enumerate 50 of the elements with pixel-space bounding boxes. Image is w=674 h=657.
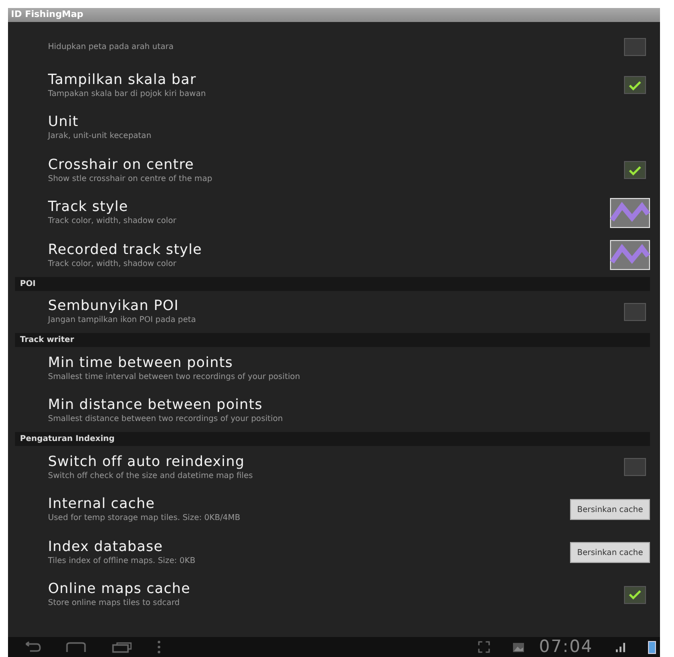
setting-description: Show stle crosshair on centre of the map: [48, 174, 214, 184]
setting-description: Tiles index of offline maps. Size: 0KB: [48, 556, 196, 566]
signal-icon: [615, 642, 626, 652]
setting-title[interactable]: Tampilkan skala bar: [48, 72, 624, 89]
menu-icon[interactable]: [156, 640, 162, 654]
checkbox[interactable]: [624, 76, 646, 94]
setting-description: Store online maps tiles to sdcard: [48, 598, 181, 608]
setting-title[interactable]: Min distance between points: [48, 397, 650, 414]
check-icon: [628, 80, 642, 91]
track-style-icon[interactable]: [610, 198, 650, 228]
check-icon: [628, 164, 642, 176]
clear-cache-button[interactable]: Bersinkan cache: [570, 542, 650, 563]
setting-description: Track color, width, shadow color: [48, 258, 178, 269]
battery-icon: [648, 640, 656, 654]
setting-description: Smallest distance between two recordings of your position: [48, 414, 284, 424]
setting-description: Jarak, unit-unit kecepatan: [48, 131, 152, 142]
home-icon[interactable]: [64, 641, 88, 653]
checkbox[interactable]: [624, 38, 646, 56]
setting-title[interactable]: Switch off auto reindexing: [48, 454, 624, 471]
setting-description: Track color, width, shadow color: [48, 216, 178, 226]
expand-icon[interactable]: [478, 641, 490, 653]
section-header: Pengaturan Indexing: [15, 432, 650, 446]
setting-description: Jangan tampilkan ikon POI pada peta: [48, 315, 197, 326]
setting-description: Smallest time interval between two recordings of your position: [48, 372, 302, 382]
clock: 07:04: [539, 637, 593, 657]
section-header: Track writer: [15, 333, 650, 347]
setting-description: Switch off check of the size and datetime map files: [48, 470, 254, 481]
setting-title[interactable]: Internal cache: [48, 496, 570, 514]
setting-title[interactable]: Recorded track style: [48, 242, 610, 259]
setting-title[interactable]: Sembunyikan POI: [48, 298, 624, 316]
track-style-icon[interactable]: [610, 240, 650, 270]
checkbox[interactable]: [624, 161, 646, 180]
window-title: ID FishingMap: [11, 10, 84, 20]
setting-title[interactable]: Track style: [48, 199, 610, 216]
recent-apps-icon[interactable]: [110, 641, 134, 653]
setting-description: Used for temp storage map tiles. Size: 0KB/4MB: [48, 513, 242, 524]
checkbox[interactable]: [624, 458, 646, 476]
checkbox[interactable]: [624, 302, 646, 321]
check-icon: [628, 589, 642, 600]
setting-title[interactable]: Crosshair on centre: [48, 156, 624, 174]
section-header: POI: [15, 276, 650, 290]
image-icon: [512, 642, 525, 652]
setting-title[interactable]: Online maps cache: [48, 581, 624, 598]
setting-title[interactable]: Unit: [48, 114, 650, 132]
setting-title[interactable]: Min time between points: [48, 354, 650, 372]
clear-cache-button[interactable]: Bersinkan cache: [570, 499, 650, 520]
setting-description: Tampakan skala bar di pojok kiri bawan: [48, 88, 207, 99]
checkbox[interactable]: [624, 586, 646, 604]
setting-description: Hidupkan peta pada arah utara: [48, 42, 175, 52]
setting-title[interactable]: Index database: [48, 538, 570, 556]
